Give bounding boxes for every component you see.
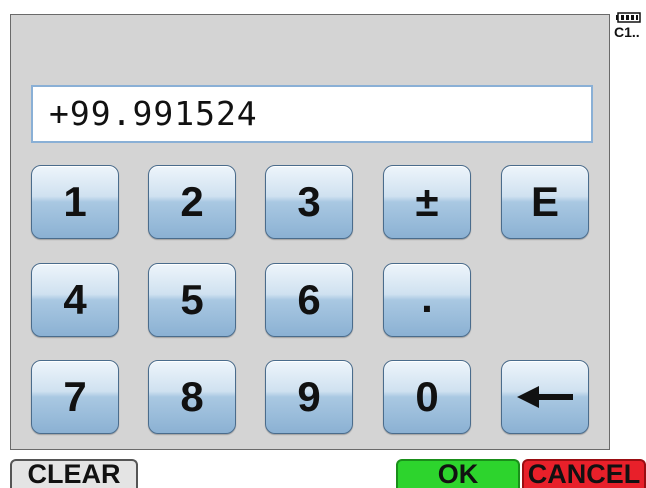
key-8[interactable]: 8 [148, 360, 236, 434]
cancel-button[interactable]: CANCEL [522, 459, 646, 488]
key-5[interactable]: 5 [148, 263, 236, 337]
key-2[interactable]: 2 [148, 165, 236, 239]
key-sign[interactable]: ± [383, 165, 471, 239]
key-exponent[interactable]: E [501, 165, 589, 239]
value-display[interactable]: +99.991524 [31, 85, 593, 143]
clear-button[interactable]: CLEAR [10, 459, 138, 488]
backspace-arrow-icon [517, 386, 573, 408]
key-7[interactable]: 7 [31, 360, 119, 434]
key-9[interactable]: 9 [265, 360, 353, 434]
key-3[interactable]: 3 [265, 165, 353, 239]
key-decimal-point[interactable]: . [383, 263, 471, 337]
battery-icon [616, 12, 641, 23]
key-4[interactable]: 4 [31, 263, 119, 337]
backspace-button[interactable] [501, 360, 589, 434]
key-1[interactable]: 1 [31, 165, 119, 239]
channel-indicator: C1.. [614, 24, 640, 40]
key-0[interactable]: 0 [383, 360, 471, 434]
key-6[interactable]: 6 [265, 263, 353, 337]
ok-button[interactable]: OK [396, 459, 520, 488]
numeric-entry-dialog: +99.991524 1 2 3 ± E 4 5 6 . 7 8 9 0 [10, 14, 610, 450]
